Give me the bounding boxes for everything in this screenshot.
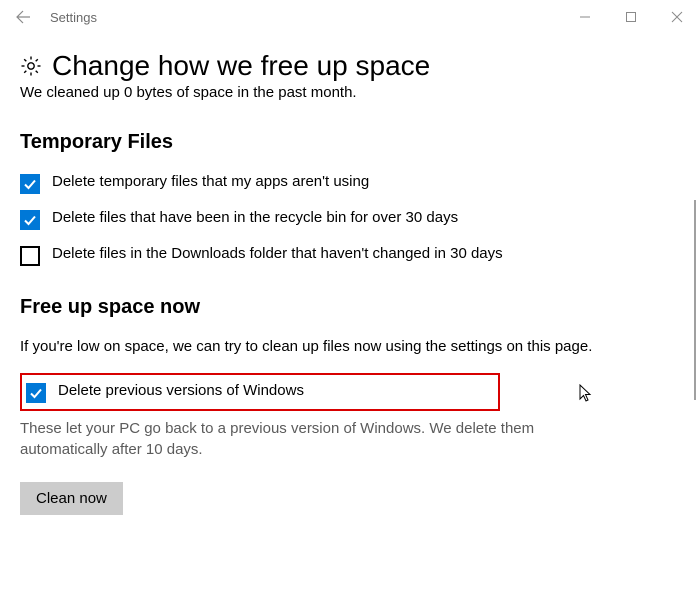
option-delete-downloads[interactable]: Delete files in the Downloads folder tha… [20, 244, 560, 266]
page-header: Change how we free up space [20, 50, 674, 82]
page-title: Change how we free up space [52, 50, 430, 82]
scrollbar[interactable] [694, 200, 696, 400]
checkbox-delete-previous-windows[interactable] [26, 383, 46, 403]
checkmark-icon [22, 212, 38, 228]
free-up-now-intro: If you're low on space, we can try to cl… [20, 337, 620, 357]
checkmark-icon [28, 385, 44, 401]
window-controls [562, 0, 700, 34]
maximize-button[interactable] [608, 0, 654, 34]
content-area: Change how we free up space We cleaned u… [20, 50, 674, 601]
option-label: Delete temporary files that my apps aren… [52, 172, 369, 192]
close-icon [671, 11, 683, 23]
checkmark-icon [22, 176, 38, 192]
highlighted-option: Delete previous versions of Windows [20, 373, 500, 411]
minimize-button[interactable] [562, 0, 608, 34]
minimize-icon [579, 11, 591, 23]
back-arrow-icon [15, 9, 31, 25]
title-bar: Settings [0, 0, 700, 34]
previous-versions-note: These let your PC go back to a previous … [20, 419, 620, 460]
option-delete-temp-files[interactable]: Delete temporary files that my apps aren… [20, 172, 560, 194]
maximize-icon [625, 11, 637, 23]
section-temporary-files-heading: Temporary Files [20, 131, 674, 154]
back-button[interactable] [14, 8, 32, 26]
option-label: Delete files in the Downloads folder tha… [52, 244, 503, 264]
cleanup-status-text: We cleaned up 0 bytes of space in the pa… [20, 84, 674, 101]
close-button[interactable] [654, 0, 700, 34]
clean-now-button[interactable]: Clean now [20, 482, 123, 515]
checkbox-delete-temp-files[interactable] [20, 174, 40, 194]
option-delete-recycle-bin[interactable]: Delete files that have been in the recyc… [20, 208, 560, 230]
checkbox-delete-downloads[interactable] [20, 246, 40, 266]
option-label: Delete previous versions of Windows [58, 381, 304, 401]
option-label: Delete files that have been in the recyc… [52, 208, 458, 228]
section-free-up-now-heading: Free up space now [20, 296, 674, 319]
option-delete-previous-windows[interactable]: Delete previous versions of Windows [26, 381, 383, 403]
titlebar-left: Settings [14, 8, 97, 26]
checkbox-delete-recycle-bin[interactable] [20, 210, 40, 230]
gear-icon [20, 55, 42, 77]
app-title: Settings [50, 10, 97, 25]
